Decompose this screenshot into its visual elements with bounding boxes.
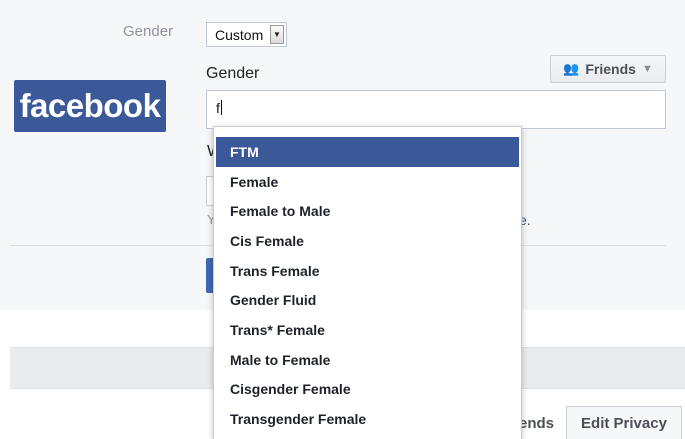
suggestion-option[interactable]: Transgender Female [214,404,521,434]
gender-label: Gender [123,23,174,40]
gender-select[interactable]: Custom ▼ [206,22,287,47]
edit-privacy-button[interactable]: Edit Privacy [566,406,682,439]
suggestion-option[interactable]: Cisgender Female [214,375,521,405]
gender-select-value: Custom [215,26,264,43]
custom-gender-input-value: f [216,100,220,116]
text-cursor [220,100,222,115]
suggestion-option[interactable]: Trans* Female [214,315,521,345]
custom-gender-label: Gender [206,65,260,82]
gender-suggestions-dropdown: FTM Female Female to Male Cis Female Tra… [213,126,522,439]
audience-label: Friends [585,61,636,77]
suggestion-option[interactable]: Male to Female [214,345,521,375]
chevron-down-icon: ▼ [270,25,284,44]
custom-gender-input[interactable]: f [206,90,666,129]
suggestion-option[interactable]: Cis Female [214,226,521,256]
suggestion-option[interactable]: Female [214,167,521,197]
suggestion-option[interactable]: FTM [216,137,519,167]
suggestion-option[interactable]: Female to Male [214,196,521,226]
friends-icon: 👥 [563,61,580,76]
audience-selector-button[interactable]: 👥 Friends ▼ [550,55,666,83]
caret-down-icon: ▼ [641,63,653,75]
facebook-logo: facebook [14,80,166,132]
suggestion-option[interactable]: Trans Female [214,256,521,286]
suggestion-option[interactable]: Gender Fluid [214,285,521,315]
